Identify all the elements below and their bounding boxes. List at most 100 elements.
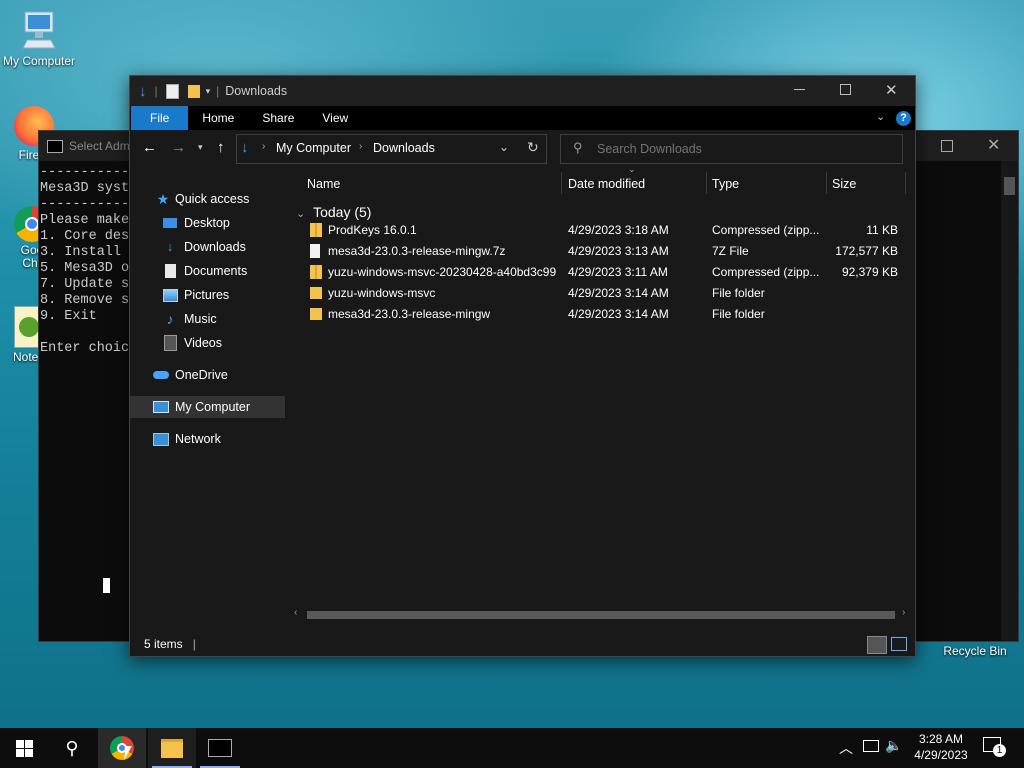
- document-icon: [162, 263, 178, 279]
- start-button[interactable]: [0, 728, 48, 768]
- nav-label: Music: [184, 312, 217, 326]
- nav-quick-access[interactable]: ★ Quick access: [130, 188, 310, 210]
- notification-badge: 1: [993, 744, 1006, 757]
- search-button[interactable]: ⚲: [48, 728, 96, 768]
- network-icon[interactable]: [863, 740, 879, 752]
- tab-file[interactable]: File: [131, 106, 189, 130]
- chevron-up-icon[interactable]: ︿: [839, 738, 853, 758]
- file-size: 172,577 KB: [835, 244, 898, 258]
- zip-icon: [310, 223, 322, 237]
- address-bar[interactable]: ↓ › My Computer › Downloads ⌄ ↻: [236, 134, 547, 164]
- file-row[interactable]: yuzu-windows-msvc-20230428-a40bd3c99 4/29…: [290, 262, 914, 283]
- forward-arrow-icon[interactable]: →: [171, 139, 186, 156]
- column-header-size[interactable]: Size: [832, 168, 856, 200]
- large-icons-view-icon[interactable]: [891, 637, 907, 651]
- breadcrumb-item[interactable]: Downloads: [373, 141, 435, 155]
- nav-label: Network: [175, 432, 221, 446]
- scrollbar-thumb[interactable]: [307, 611, 895, 619]
- nav-my-computer[interactable]: My Computer: [130, 396, 285, 418]
- file-date: 4/29/2023 3:11 AM: [568, 265, 668, 279]
- file-type: Compressed (zipp...: [712, 265, 820, 279]
- file-date: 4/29/2023 3:18 AM: [568, 223, 669, 237]
- column-header-date[interactable]: Date modified: [568, 168, 645, 200]
- taskbar-chrome[interactable]: [98, 728, 146, 768]
- column-divider: [561, 172, 562, 194]
- group-header[interactable]: ⌄ Today (5): [296, 204, 371, 220]
- nav-desktop[interactable]: Desktop 📌: [130, 212, 317, 234]
- nav-onedrive[interactable]: OneDrive: [130, 364, 308, 386]
- folder-icon: [310, 287, 322, 299]
- download-arrow-icon: ↓: [139, 82, 147, 100]
- chevron-down-icon: ⌄: [296, 208, 306, 220]
- nav-label: Desktop: [184, 216, 230, 230]
- nav-music[interactable]: ♪ Music: [130, 308, 317, 330]
- recent-locations-icon[interactable]: ▾: [198, 142, 203, 153]
- search-box[interactable]: ⚲: [560, 134, 903, 164]
- desktop-icon-label: Recycle Bin: [943, 644, 1007, 658]
- nav-pictures[interactable]: Pictures 📌: [130, 284, 317, 306]
- chevron-down-icon[interactable]: ⌄: [499, 140, 509, 154]
- file-row[interactable]: mesa3d-23.0.3-release-mingw 4/29/2023 3:1…: [290, 304, 914, 325]
- computer-icon: [153, 399, 169, 415]
- help-icon[interactable]: ?: [896, 111, 911, 126]
- scrollbar-thumb[interactable]: [1004, 177, 1015, 195]
- file-name: mesa3d-23.0.3-release-mingw: [328, 307, 491, 321]
- maximize-icon[interactable]: [840, 84, 851, 95]
- windows-logo-icon: [15, 739, 33, 757]
- scroll-right-icon[interactable]: ›: [902, 607, 905, 618]
- details-view-icon[interactable]: [867, 636, 887, 654]
- chevron-down-icon[interactable]: ▾: [206, 86, 211, 97]
- nav-videos[interactable]: Videos: [130, 332, 317, 354]
- file-row[interactable]: mesa3d-23.0.3-release-mingw.7z 4/29/2023 …: [290, 241, 914, 262]
- nav-documents[interactable]: Documents 📌: [130, 260, 317, 282]
- tab-home[interactable]: Home: [188, 106, 248, 130]
- taskbar-console[interactable]: [196, 728, 244, 768]
- properties-icon[interactable]: [165, 83, 179, 99]
- nav-network[interactable]: Network: [130, 428, 308, 450]
- close-icon[interactable]: ✕: [885, 81, 898, 99]
- cloud-icon: [153, 367, 169, 383]
- folder-icon: [161, 738, 183, 758]
- breadcrumb-item[interactable]: My Computer: [276, 141, 351, 155]
- chevron-right-icon: ›: [262, 141, 266, 152]
- file-row[interactable]: ProdKeys 16.0.1 4/29/2023 3:18 AM Compress…: [290, 220, 914, 241]
- file-date: 4/29/2023 3:13 AM: [568, 244, 669, 258]
- clock[interactable]: 3:28 AM 4/29/2023: [905, 731, 977, 763]
- window-title: Downloads: [225, 84, 288, 98]
- clock-time: 3:28 AM: [918, 732, 964, 746]
- up-arrow-icon[interactable]: ↑: [217, 139, 225, 156]
- nav-label: Pictures: [184, 288, 230, 302]
- explorer-titlebar[interactable]: ↓ | ▾ | Downloads ✕: [130, 76, 915, 106]
- file-type: File folder: [712, 307, 765, 321]
- file-size: 92,379 KB: [841, 265, 898, 279]
- chevron-down-icon[interactable]: ⌄: [876, 110, 885, 123]
- column-header-name[interactable]: Name: [307, 168, 340, 200]
- desktop-icon-label: My Computer: [2, 54, 76, 68]
- console-cursor: [103, 578, 110, 593]
- refresh-icon[interactable]: ↻: [527, 139, 539, 156]
- desktop-icon-my-computer[interactable]: My Computer: [1, 10, 77, 68]
- new-folder-icon[interactable]: [187, 84, 200, 98]
- horizontal-scrollbar[interactable]: ‹ ›: [290, 606, 912, 623]
- navigation-pane: ★ Quick access Desktop 📌 ↓ Downloads 📌 D…: [130, 168, 309, 624]
- notification-button[interactable]: 1: [983, 737, 1006, 757]
- scroll-left-icon[interactable]: ‹: [294, 607, 297, 618]
- volume-icon[interactable]: 🔈: [885, 737, 902, 754]
- console-scrollbar[interactable]: [1001, 161, 1018, 641]
- maximize-icon[interactable]: [941, 140, 953, 152]
- computer-icon: [21, 10, 57, 52]
- minimize-icon[interactable]: [794, 89, 805, 90]
- file-type: 7Z File: [712, 244, 749, 258]
- close-icon[interactable]: ✕: [987, 135, 1000, 155]
- nav-downloads[interactable]: ↓ Downloads 📌: [130, 236, 317, 258]
- search-input[interactable]: [595, 139, 889, 159]
- file-explorer-window[interactable]: ↓ | ▾ | Downloads ✕ File Home Share View…: [129, 75, 916, 657]
- tab-share[interactable]: Share: [248, 106, 308, 130]
- file-name: ProdKeys 16.0.1: [328, 223, 417, 237]
- download-arrow-icon: ↓: [241, 139, 249, 156]
- column-header-type[interactable]: Type: [712, 168, 739, 200]
- file-row[interactable]: yuzu-windows-msvc 4/29/2023 3:14 AM File f…: [290, 283, 914, 304]
- tab-view[interactable]: View: [308, 106, 362, 130]
- taskbar-file-explorer[interactable]: [148, 728, 196, 768]
- back-arrow-icon[interactable]: ←: [142, 139, 157, 156]
